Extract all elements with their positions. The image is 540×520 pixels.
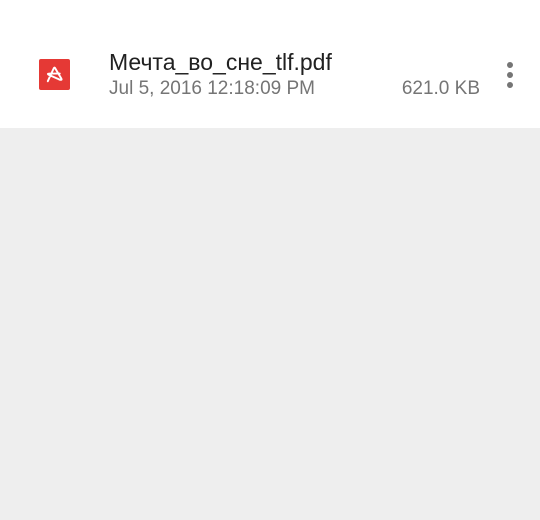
- file-list-screen: Мечта_во_сне_tlf.pdf Jul 5, 2016 12:18:0…: [0, 0, 540, 520]
- more-vert-icon: [507, 62, 513, 68]
- more-vert-icon-dot: [507, 82, 513, 88]
- pdf-file-icon: [39, 59, 70, 90]
- file-name: Мечта_во_сне_tlf.pdf: [109, 49, 332, 75]
- file-size: 621.0 KB: [401, 78, 480, 99]
- file-list-item[interactable]: Мечта_во_сне_tlf.pdf Jul 5, 2016 12:18:0…: [0, 0, 540, 128]
- more-options-button[interactable]: [493, 55, 527, 95]
- file-modified-date: Jul 5, 2016 12:18:09 PM: [109, 78, 315, 99]
- empty-list-area: [0, 128, 540, 520]
- more-vert-icon-dot: [507, 72, 513, 78]
